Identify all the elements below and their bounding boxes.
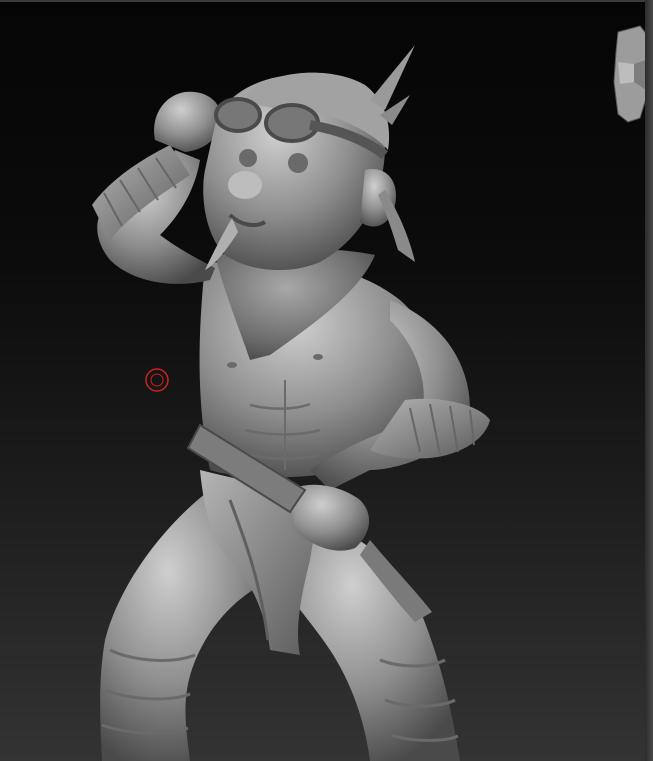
model-head xyxy=(203,45,415,271)
model-left-arm xyxy=(92,91,222,284)
viewport-right-border xyxy=(645,0,653,761)
brush-cursor-icon xyxy=(145,368,169,392)
sculpt-viewport[interactable] xyxy=(0,0,653,761)
head-orientation-icon[interactable] xyxy=(610,22,650,126)
sculpted-goblin-model[interactable] xyxy=(0,0,653,761)
